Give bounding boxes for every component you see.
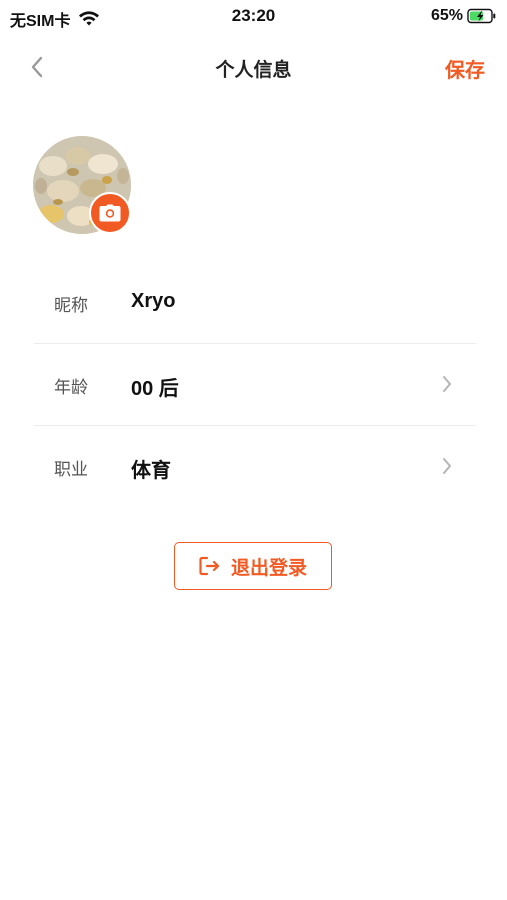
age-label: 年龄: [54, 378, 88, 397]
profile-info-list: 昵称 Xryo 年龄 00 后 职业 体育: [34, 262, 476, 507]
age-row[interactable]: 年龄 00 后: [34, 344, 476, 426]
logout-button[interactable]: 退出登录: [174, 542, 332, 590]
status-bar: 无SIM卡 23:20 65%: [0, 0, 507, 32]
avatar-section: [33, 136, 133, 236]
battery-percent: 65%: [430, 7, 463, 24]
camera-icon: [99, 204, 121, 222]
change-avatar-button[interactable]: [89, 192, 131, 234]
logout-label: 退出登录: [230, 557, 307, 579]
age-value: 00 后: [131, 378, 179, 400]
chevron-right-icon: [443, 376, 451, 392]
occupation-value: 体育: [131, 460, 171, 482]
battery-charging-icon: [467, 8, 496, 24]
page-title: 个人信息: [215, 60, 292, 81]
nickname-row[interactable]: 昵称 Xryo: [34, 262, 476, 344]
occupation-label: 职业: [54, 460, 88, 479]
occupation-row[interactable]: 职业 体育: [34, 426, 476, 507]
nav-bar: 个人信息 保存: [0, 44, 507, 90]
chevron-right-icon: [443, 458, 451, 474]
nickname-label: 昵称: [54, 296, 88, 315]
nickname-value: Xryo: [131, 290, 176, 312]
save-button[interactable]: 保存: [445, 54, 485, 83]
logout-icon: [199, 556, 220, 576]
